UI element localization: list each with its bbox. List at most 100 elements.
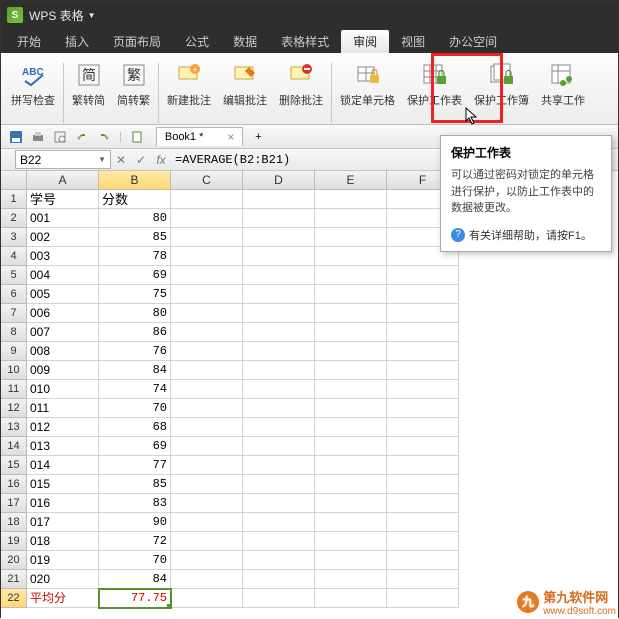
ribbon-s2t-button[interactable]: 繁简转繁: [111, 57, 156, 110]
cell[interactable]: [387, 323, 459, 342]
cell[interactable]: [171, 361, 243, 380]
cell[interactable]: [171, 532, 243, 551]
cell[interactable]: 84: [99, 361, 171, 380]
menu-item-5[interactable]: 表格样式: [269, 30, 341, 53]
cell[interactable]: [315, 551, 387, 570]
cell[interactable]: [243, 190, 315, 209]
cell[interactable]: [315, 475, 387, 494]
cell[interactable]: [243, 418, 315, 437]
cell[interactable]: [387, 570, 459, 589]
name-box[interactable]: B22 ▼: [15, 150, 111, 169]
cell[interactable]: [171, 342, 243, 361]
cell[interactable]: [315, 266, 387, 285]
cell[interactable]: [387, 418, 459, 437]
cell[interactable]: [171, 418, 243, 437]
menu-item-1[interactable]: 插入: [53, 30, 101, 53]
cell[interactable]: [315, 513, 387, 532]
print-icon[interactable]: [29, 128, 47, 146]
cell[interactable]: [243, 532, 315, 551]
cell[interactable]: [243, 589, 315, 608]
cell[interactable]: [387, 399, 459, 418]
cell[interactable]: [315, 342, 387, 361]
cell[interactable]: [171, 266, 243, 285]
cell[interactable]: [243, 380, 315, 399]
cell[interactable]: [243, 570, 315, 589]
cell[interactable]: [243, 209, 315, 228]
cell[interactable]: [243, 456, 315, 475]
cell[interactable]: 69: [99, 437, 171, 456]
cell[interactable]: [171, 380, 243, 399]
cell[interactable]: 003: [27, 247, 99, 266]
ribbon-lock-cell-button[interactable]: 锁定单元格: [334, 57, 401, 110]
cell[interactable]: 分数: [99, 190, 171, 209]
cell[interactable]: [387, 380, 459, 399]
cell[interactable]: 78: [99, 247, 171, 266]
cell[interactable]: 002: [27, 228, 99, 247]
cell[interactable]: [243, 304, 315, 323]
cell[interactable]: [171, 304, 243, 323]
cell[interactable]: [315, 532, 387, 551]
row-header[interactable]: 5: [1, 266, 27, 285]
accept-icon[interactable]: ✓: [131, 153, 151, 167]
ribbon-abc-button[interactable]: ABC拼写检查: [5, 57, 61, 110]
row-header[interactable]: 17: [1, 494, 27, 513]
cell[interactable]: [315, 247, 387, 266]
cell[interactable]: 018: [27, 532, 99, 551]
ribbon-share-button[interactable]: 共享工作: [535, 57, 591, 110]
cell[interactable]: 014: [27, 456, 99, 475]
cell[interactable]: [315, 209, 387, 228]
cell[interactable]: 68: [99, 418, 171, 437]
cell[interactable]: [171, 399, 243, 418]
cell[interactable]: [315, 228, 387, 247]
cell[interactable]: [171, 494, 243, 513]
cell[interactable]: 001: [27, 209, 99, 228]
cell[interactable]: 90: [99, 513, 171, 532]
cell[interactable]: 74: [99, 380, 171, 399]
cancel-icon[interactable]: ✕: [111, 153, 131, 167]
cell[interactable]: [387, 456, 459, 475]
cell[interactable]: 85: [99, 228, 171, 247]
cell[interactable]: [243, 342, 315, 361]
cell[interactable]: [315, 570, 387, 589]
row-header[interactable]: 13: [1, 418, 27, 437]
cell[interactable]: 69: [99, 266, 171, 285]
row-header[interactable]: 11: [1, 380, 27, 399]
cell[interactable]: 84: [99, 570, 171, 589]
cell[interactable]: [171, 285, 243, 304]
cell[interactable]: 平均分: [27, 589, 99, 608]
cell[interactable]: [315, 418, 387, 437]
cell[interactable]: [387, 285, 459, 304]
cell[interactable]: [243, 228, 315, 247]
cell[interactable]: [171, 190, 243, 209]
row-header[interactable]: 22: [1, 589, 27, 608]
select-all-corner[interactable]: [1, 171, 27, 190]
cell[interactable]: [387, 342, 459, 361]
cell[interactable]: 77.75: [99, 589, 171, 608]
cell[interactable]: 008: [27, 342, 99, 361]
menu-item-0[interactable]: 开始: [5, 30, 53, 53]
cell[interactable]: [171, 475, 243, 494]
cell[interactable]: 80: [99, 209, 171, 228]
row-header[interactable]: 21: [1, 570, 27, 589]
row-header[interactable]: 19: [1, 532, 27, 551]
menu-item-8[interactable]: 办公空间: [437, 30, 509, 53]
cell[interactable]: 019: [27, 551, 99, 570]
cell[interactable]: [387, 494, 459, 513]
row-header[interactable]: 20: [1, 551, 27, 570]
menu-item-3[interactable]: 公式: [173, 30, 221, 53]
save-icon[interactable]: [7, 128, 25, 146]
cell[interactable]: 83: [99, 494, 171, 513]
app-menu-dropdown-icon[interactable]: ▼: [88, 11, 96, 20]
cell[interactable]: [387, 266, 459, 285]
cell[interactable]: [243, 513, 315, 532]
cell[interactable]: [387, 361, 459, 380]
row-header[interactable]: 8: [1, 323, 27, 342]
cell[interactable]: [243, 494, 315, 513]
cell[interactable]: 80: [99, 304, 171, 323]
row-header[interactable]: 9: [1, 342, 27, 361]
cell[interactable]: 020: [27, 570, 99, 589]
cell[interactable]: [243, 437, 315, 456]
cell[interactable]: [387, 304, 459, 323]
document-tab[interactable]: Book1 * ×: [156, 127, 244, 146]
row-header[interactable]: 7: [1, 304, 27, 323]
